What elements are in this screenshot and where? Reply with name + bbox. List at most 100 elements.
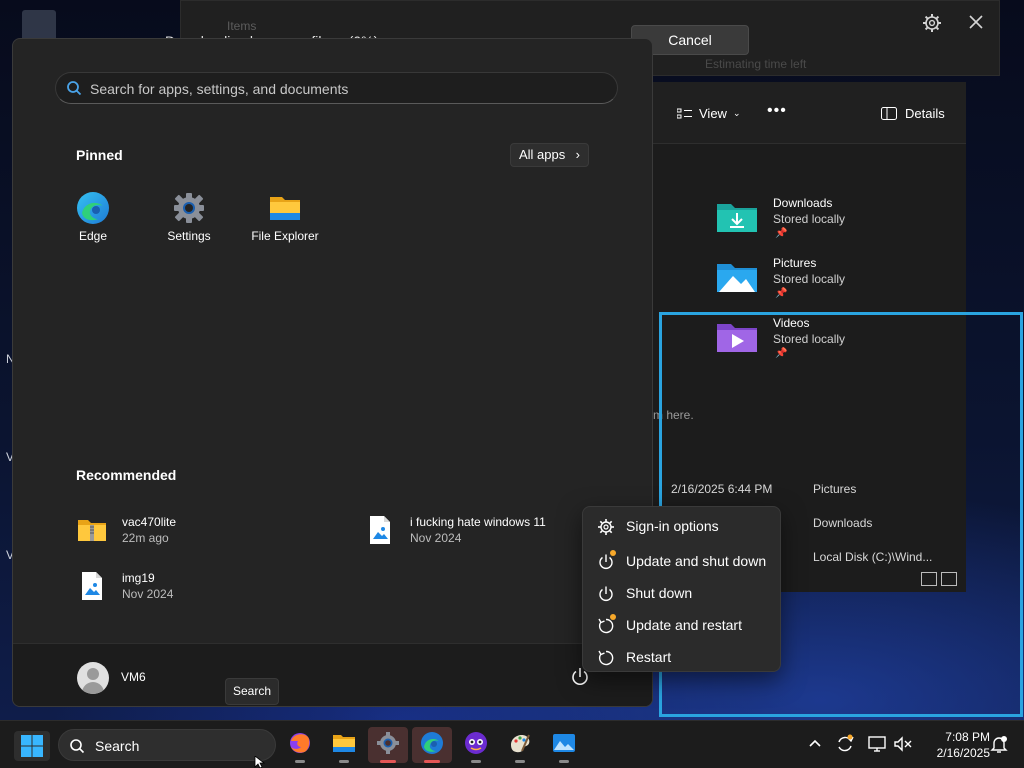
taskbar-clock[interactable]: 7:08 PM 2/16/2025	[920, 729, 990, 761]
view-dropdown[interactable]: View ⌄	[677, 106, 741, 121]
explorer-hint-text: m here.	[653, 408, 694, 422]
notification-bell-icon[interactable]	[988, 733, 1010, 755]
restart-item[interactable]: Restart	[587, 641, 778, 673]
details-pane-icon	[881, 107, 897, 120]
clock-time: 7:08 PM	[945, 730, 990, 744]
folder-videos[interactable]: Videos Stored locally 📌	[713, 316, 953, 366]
taskbar-app-purple[interactable]	[456, 727, 496, 763]
edge-icon	[421, 732, 443, 754]
folder-status: Stored locally	[773, 272, 846, 286]
gear-icon[interactable]	[921, 13, 943, 35]
recommended-item[interactable]: img19 Nov 2024	[77, 569, 337, 605]
firefox-icon	[290, 733, 310, 753]
network-icon[interactable]	[866, 733, 888, 755]
taskbar-app-settings[interactable]	[368, 727, 408, 763]
taskbar-app-file-explorer[interactable]	[324, 727, 364, 763]
videos-folder-icon	[717, 324, 757, 352]
taskbar-app-firefox[interactable]	[280, 727, 320, 763]
power-menu-label: Sign-in options	[626, 518, 719, 534]
start-button[interactable]	[14, 731, 50, 761]
details-label: Details	[905, 106, 945, 121]
pin-icon: 📌	[775, 348, 788, 359]
pinned-app-label: Edge	[78, 229, 108, 243]
power-menu-label: Restart	[626, 649, 672, 665]
update-indicator-icon	[610, 614, 616, 620]
recommended-item-name: img19	[122, 571, 155, 585]
recent-file-date: 2/16/2025 6:44 PM	[671, 482, 773, 496]
pinned-app-label: Settings	[167, 229, 211, 243]
taskbar-app-paint[interactable]	[500, 727, 540, 763]
chevron-down-icon: ⌄	[732, 108, 741, 118]
recommended-item[interactable]: vac470lite 22m ago	[77, 513, 337, 549]
pinned-app-label: File Explorer	[251, 229, 319, 243]
power-menu-label: Update and restart	[626, 617, 742, 633]
taskbar-app-photos[interactable]	[544, 727, 584, 763]
details-pane-button[interactable]: Details	[881, 106, 945, 121]
recommended-item-name: i fucking hate windows 11	[410, 515, 546, 529]
taskbar-search[interactable]: Search	[58, 729, 276, 761]
pinned-app-edge[interactable]: Edge	[45, 187, 141, 253]
mouse-cursor-icon	[254, 756, 266, 768]
folder-status: Stored locally	[773, 332, 846, 346]
taskbar-search-label: Search	[95, 738, 140, 754]
taskbar-app-edge[interactable]	[412, 727, 452, 763]
pin-icon: 📌	[775, 288, 788, 299]
folder-name: Pictures	[773, 256, 817, 270]
explorer-toolbar: View ⌄ ••• Details	[653, 82, 966, 144]
restart-icon	[598, 650, 614, 666]
sync-icon[interactable]	[834, 733, 856, 755]
pinned-heading: Pinned	[76, 147, 123, 163]
folder-pictures[interactable]: Pictures Stored locally 📌	[713, 256, 953, 306]
user-avatar[interactable]	[77, 662, 109, 694]
pinned-app-settings[interactable]: Settings	[141, 187, 237, 253]
running-indicator	[295, 760, 305, 763]
update-and-restart-item[interactable]: Update and restart	[587, 609, 778, 641]
edge-icon	[77, 192, 109, 224]
all-apps-label: All apps	[519, 147, 566, 162]
update-and-shut-down-item[interactable]: Update and shut down	[587, 545, 778, 577]
close-icon[interactable]	[965, 13, 987, 35]
recent-file-location: Local Disk (C:)\Wind...	[813, 550, 933, 564]
running-indicator	[380, 760, 396, 763]
dialog-title: Items	[227, 19, 257, 33]
downloads-folder-icon	[717, 204, 757, 232]
chevron-up-icon[interactable]	[804, 733, 826, 755]
update-indicator-icon	[610, 550, 616, 556]
folder-name: Videos	[773, 316, 810, 330]
running-indicator	[424, 760, 440, 763]
details-view-icon[interactable]	[921, 572, 937, 586]
folder-name: Downloads	[773, 196, 833, 210]
windows-logo-icon	[21, 735, 43, 757]
time-estimate-text: Estimating time left	[705, 57, 807, 71]
search-tooltip: Search	[225, 678, 279, 705]
power-menu-label: Update and shut down	[626, 553, 767, 569]
start-search-box[interactable]	[55, 72, 618, 104]
file-explorer-icon	[270, 197, 300, 220]
volume-muted-icon[interactable]	[892, 733, 914, 755]
start-menu-footer: VM6	[13, 643, 652, 706]
user-name[interactable]: VM6	[121, 670, 146, 684]
folder-downloads[interactable]: Downloads Stored locally 📌	[713, 196, 953, 246]
shut-down-item[interactable]: Shut down	[587, 577, 778, 609]
recent-file-location: Downloads	[813, 516, 873, 530]
recommended-item-time: Nov 2024	[122, 587, 174, 601]
recommended-item-name: vac470lite	[122, 515, 177, 529]
recent-file-location: Pictures	[813, 482, 857, 496]
running-indicator	[559, 760, 569, 763]
all-apps-button[interactable]: All apps ›	[510, 143, 589, 167]
more-options-icon[interactable]: •••	[767, 102, 787, 120]
tiles-view-icon[interactable]	[941, 572, 957, 586]
pinned-app-file-explorer[interactable]: File Explorer	[237, 187, 333, 253]
recommended-item-time: Nov 2024	[410, 531, 462, 545]
app-icon	[465, 732, 487, 754]
zip-folder-icon	[78, 520, 106, 541]
search-icon	[70, 739, 85, 754]
pictures-folder-icon	[717, 264, 757, 292]
taskbar: Search 7:08 PM 2/16/2025	[0, 720, 1024, 768]
paint-icon	[511, 734, 530, 753]
sign-in-options-item[interactable]: Sign-in options	[587, 510, 778, 542]
image-file-icon	[370, 516, 390, 544]
settings-gear-icon	[377, 732, 399, 754]
view-icon	[677, 108, 692, 118]
start-search-input[interactable]	[90, 77, 590, 101]
